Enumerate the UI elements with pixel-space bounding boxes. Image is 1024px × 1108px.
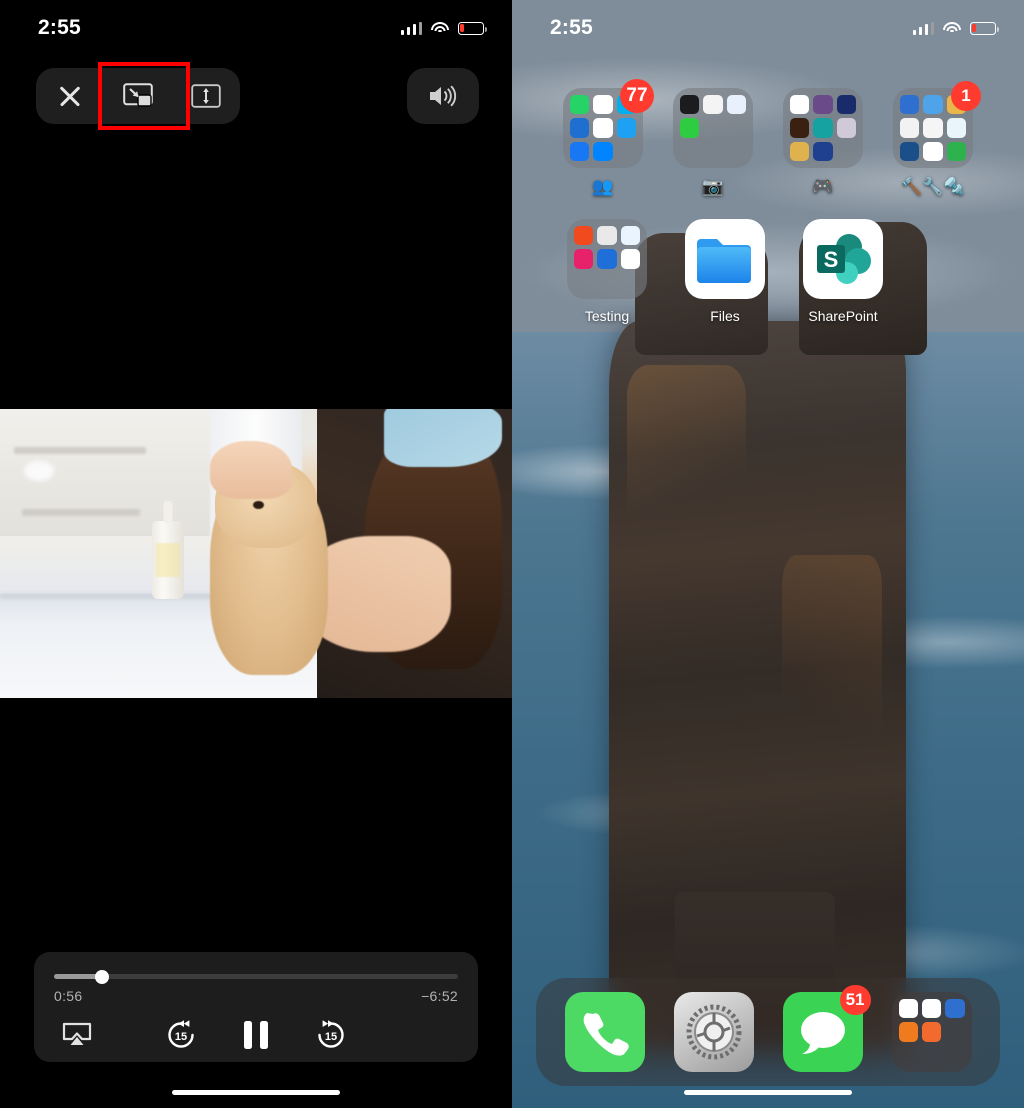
rewind-15-icon: 15 [168,1020,194,1048]
picture-in-picture-icon [123,83,153,107]
folder-icon [673,88,753,168]
close-icon [57,83,83,109]
folder-label: Testing [584,308,630,324]
folder-camera[interactable]: 📷 [658,88,768,197]
status-bar-left: 2:55 [0,0,512,56]
fullscreen-button[interactable] [172,68,240,124]
video-frame[interactable] [0,409,512,698]
seek-slider[interactable] [54,969,458,984]
player-top-controls [36,68,240,124]
folder-label: 📷 [702,177,724,196]
airplay-icon [62,1022,92,1045]
expand-vertical-icon [191,84,221,108]
app-grid-row: Testing Files S SharePoint [512,219,1024,324]
wallpaper-rock [609,321,907,1053]
folder-icon [783,88,863,168]
picture-in-picture-button[interactable] [104,68,172,124]
folder-label: 👥 [592,177,614,196]
messages-icon [800,1012,845,1054]
folder-label: 🎮 [812,177,834,196]
dock-item-settings[interactable] [673,992,754,1072]
wifi-icon [431,21,449,35]
folder-icon [567,219,647,299]
status-bar-right: 2:55 [512,0,1024,56]
status-bar-time: 2:55 [550,16,593,39]
status-bar-indicators [400,21,487,35]
dock: 51 [536,978,1000,1086]
status-bar-indicators [912,21,999,35]
app-sharepoint[interactable]: S SharePoint [784,219,902,324]
time-labels: 0:56 −6:52 [54,988,458,1004]
folder-label: 🔨🔧🔩 [901,177,965,196]
svg-text:15: 15 [325,1031,337,1043]
status-bar-time: 2:55 [38,16,81,39]
current-time-label: 0:56 [54,988,83,1004]
gear-icon [686,1004,741,1060]
app-grid-row: 77 👥 📷 🎮 1 🔨🔧🔩 [512,79,1024,197]
app-grid: 77 👥 📷 🎮 1 🔨🔧🔩 Testing Files S SharePoin… [512,79,1024,324]
folder-social[interactable]: 77 👥 [548,79,658,197]
volume-button[interactable] [407,68,479,124]
badge-count: 77 [620,79,654,113]
player-controls-bar: 0:56 −6:52 15 15 [34,952,478,1062]
cellular-signal-icon [912,21,934,35]
forward-15-button[interactable]: 15 [314,1018,348,1052]
badge-count: 1 [951,81,981,111]
sharepoint-icon: S [803,219,883,299]
folder-games[interactable]: 🎮 [768,88,878,197]
video-player-panel: 2:55 0:56 −6:52 15 15 [0,0,512,1108]
close-button[interactable] [36,68,104,124]
dock-item-folder[interactable] [891,992,972,1072]
home-screen-panel: 2:55 77 👥 📷 🎮 1 🔨🔧🔩 Testing Files S Shar… [512,0,1024,1108]
pause-button[interactable] [244,1021,268,1049]
folder-icon [891,992,972,1072]
app-label: Files [710,308,740,324]
dock-item-messages[interactable]: 51 [782,985,871,1072]
rewind-15-button[interactable]: 15 [164,1018,198,1052]
forward-15-icon: 15 [318,1020,344,1048]
svg-text:S: S [824,247,839,272]
home-indicator [684,1090,852,1095]
pause-icon [244,1021,268,1049]
home-indicator [172,1090,340,1095]
player-top-control-pill [36,68,240,124]
badge-count: 51 [839,985,871,1015]
phone-icon [583,1013,629,1056]
remaining-time-label: −6:52 [421,988,458,1004]
app-label: SharePoint [808,308,878,324]
volume-icon [430,85,457,107]
app-files[interactable]: Files [666,219,784,324]
files-folder-icon [685,219,765,299]
battery-low-icon [458,21,487,35]
folder-tools[interactable]: 1 🔨🔧🔩 [878,81,988,197]
airplay-button[interactable] [62,1022,92,1048]
dock-item-phone[interactable] [564,992,645,1072]
folder-testing[interactable]: Testing [548,219,666,324]
transport-controls: 15 15 [54,1015,458,1055]
wifi-icon [943,21,961,35]
svg-text:15: 15 [175,1031,187,1043]
battery-low-icon [970,21,999,35]
cellular-signal-icon [400,21,422,35]
